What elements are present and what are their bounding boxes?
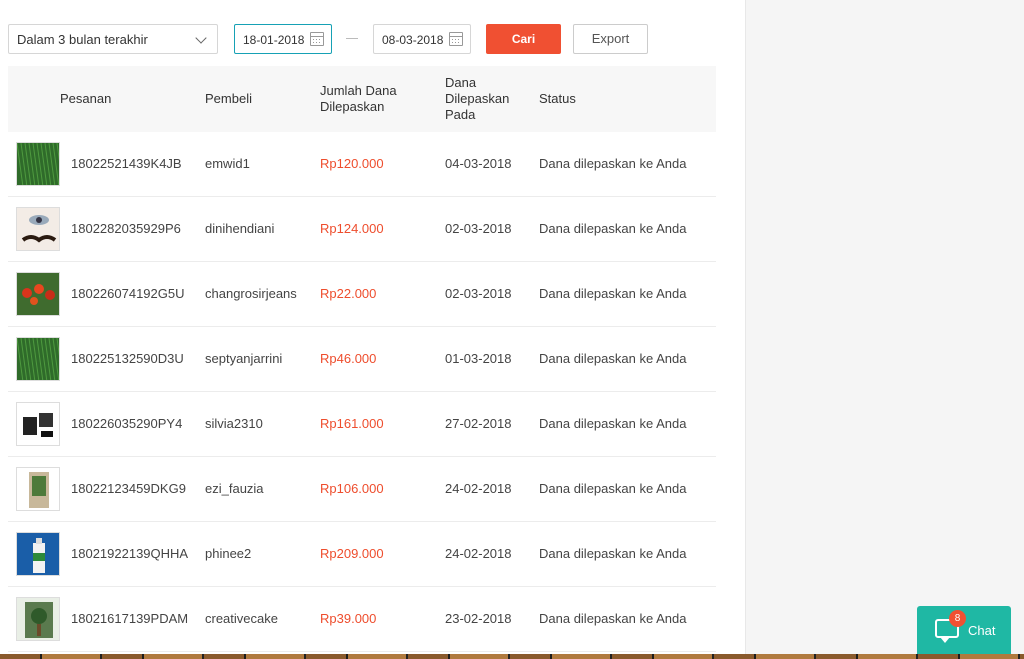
released-date: 24-02-2018 (445, 546, 512, 561)
order-id[interactable]: 1802282035929P6 (71, 197, 181, 261)
product-thumbnail[interactable] (16, 142, 60, 186)
released-date: 24-02-2018 (445, 481, 512, 496)
chat-button[interactable]: 8 Chat (917, 606, 1011, 654)
search-button[interactable]: Cari (486, 24, 561, 54)
header-order[interactable]: Pesanan (60, 66, 111, 132)
table-row[interactable]: 18021922139QHHA phinee2 Rp209.000 24-02-… (8, 522, 716, 587)
date-to-value: 08-03-2018 (382, 33, 444, 47)
released-amount: Rp209.000 (320, 546, 384, 561)
released-amount: Rp22.000 (320, 286, 377, 301)
released-date: 04-03-2018 (445, 156, 512, 171)
released-amount: Rp106.000 (320, 481, 384, 496)
released-amount: Rp46.000 (320, 351, 377, 366)
status-text: Dana dilepaskan ke Anda (539, 351, 687, 366)
chat-label: Chat (968, 623, 996, 638)
product-thumbnail[interactable] (16, 272, 60, 316)
status-text: Dana dilepaskan ke Anda (539, 156, 687, 171)
header-buyer[interactable]: Pembeli (205, 66, 252, 132)
released-amount: Rp120.000 (320, 156, 384, 171)
income-panel: Dalam 3 bulan terakhir 18-01-2018 08-03-… (0, 0, 746, 659)
table-row[interactable]: 18022521439K4JB emwid1 Rp120.000 04-03-2… (8, 132, 716, 197)
order-id[interactable]: 180226074192G5U (71, 262, 185, 326)
status-text: Dana dilepaskan ke Anda (539, 611, 687, 626)
product-thumbnail[interactable] (16, 532, 60, 576)
released-date: 27-02-2018 (445, 416, 512, 431)
product-thumbnail[interactable] (16, 597, 60, 641)
buyer-name: emwid1 (205, 156, 250, 171)
chat-unread-badge: 8 (949, 610, 966, 627)
buyer-name: ezi_fauzia (205, 481, 264, 496)
product-thumbnail[interactable] (16, 207, 60, 251)
buyer-name: dinihendiani (205, 221, 275, 236)
date-from-value: 18-01-2018 (243, 33, 305, 47)
date-from-input[interactable]: 18-01-2018 (234, 24, 332, 54)
date-range-separator (346, 38, 358, 39)
status-text: Dana dilepaskan ke Anda (539, 481, 687, 496)
buyer-name: creativecake (205, 611, 278, 626)
table-row[interactable]: 1802282035929P6 dinihendiani Rp124.000 0… (8, 197, 716, 262)
taskbar-strip (0, 654, 1024, 659)
period-select-label: Dalam 3 bulan terakhir (17, 32, 148, 47)
calendar-icon[interactable] (310, 32, 324, 46)
status-text: Dana dilepaskan ke Anda (539, 221, 687, 236)
order-id[interactable]: 180225132590D3U (71, 327, 184, 391)
released-date: 02-03-2018 (445, 286, 512, 301)
buyer-name: phinee2 (205, 546, 252, 561)
order-id[interactable]: 18021617139PDAM (71, 587, 188, 651)
product-thumbnail[interactable] (16, 337, 60, 381)
released-date: 01-03-2018 (445, 351, 512, 366)
table-row[interactable]: 180226074192G5U changrosirjeans Rp22.000… (8, 262, 716, 327)
status-text: Dana dilepaskan ke Anda (539, 416, 687, 431)
chevron-down-icon (195, 32, 207, 44)
table-row[interactable]: 180226035290PY4 silvia2310 Rp161.000 27-… (8, 392, 716, 457)
buyer-name: septyanjarrini (205, 351, 283, 366)
header-released-at[interactable]: Dana Dilepaskan Pada (445, 66, 525, 132)
status-text: Dana dilepaskan ke Anda (539, 286, 687, 301)
buyer-name: silvia2310 (205, 416, 263, 431)
status-text: Dana dilepaskan ke Anda (539, 546, 687, 561)
calendar-icon[interactable] (449, 32, 463, 46)
income-table: Pesanan Pembeli Jumlah Dana Dilepaskan D… (8, 66, 716, 652)
released-amount: Rp124.000 (320, 221, 384, 236)
table-row[interactable]: 18022123459DKG9 ezi_fauzia Rp106.000 24-… (8, 457, 716, 522)
released-date: 02-03-2018 (445, 221, 512, 236)
released-amount: Rp39.000 (320, 611, 377, 626)
date-to-input[interactable]: 08-03-2018 (373, 24, 471, 54)
order-id[interactable]: 18022123459DKG9 (71, 457, 186, 521)
table-row[interactable]: 180225132590D3U septyanjarrini Rp46.000 … (8, 327, 716, 392)
filter-toolbar: Dalam 3 bulan terakhir 18-01-2018 08-03-… (8, 23, 728, 54)
period-select[interactable]: Dalam 3 bulan terakhir (8, 24, 218, 54)
order-id[interactable]: 180226035290PY4 (71, 392, 182, 456)
table-header: Pesanan Pembeli Jumlah Dana Dilepaskan D… (8, 66, 716, 132)
export-button[interactable]: Export (573, 24, 648, 54)
released-date: 23-02-2018 (445, 611, 512, 626)
table-body: 18022521439K4JB emwid1 Rp120.000 04-03-2… (8, 132, 716, 652)
buyer-name: changrosirjeans (205, 286, 297, 301)
order-id[interactable]: 18021922139QHHA (71, 522, 188, 586)
header-amount[interactable]: Jumlah Dana Dilepaskan (320, 66, 420, 132)
product-thumbnail[interactable] (16, 402, 60, 446)
order-id[interactable]: 18022521439K4JB (71, 132, 182, 196)
header-status[interactable]: Status (539, 66, 576, 132)
released-amount: Rp161.000 (320, 416, 384, 431)
product-thumbnail[interactable] (16, 467, 60, 511)
table-row[interactable]: 18021617139PDAM creativecake Rp39.000 23… (8, 587, 716, 652)
